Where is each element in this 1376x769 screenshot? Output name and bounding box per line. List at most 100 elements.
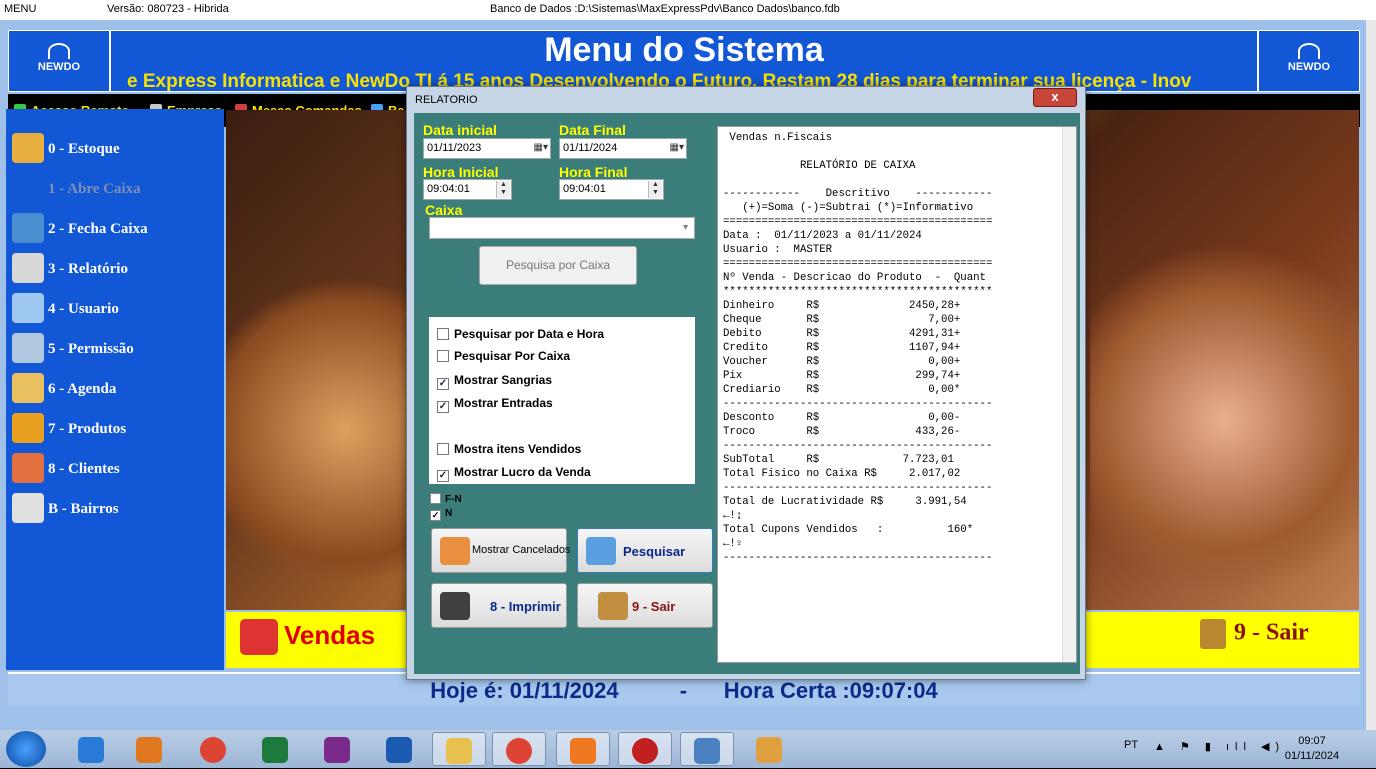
check-mostra-itens-vendidos[interactable]: Mostra itens Vendidos (437, 442, 581, 456)
taskbar-pdv[interactable] (680, 732, 734, 766)
calendar-dropdown-icon[interactable]: ▦▾ (670, 142, 684, 153)
check-mostrar-lucro[interactable]: ✓ Mostrar Lucro da Venda (437, 465, 591, 482)
newdo-logo-right: NEWDO (1257, 31, 1359, 91)
outlook-icon (386, 737, 412, 763)
printer-icon (440, 592, 470, 620)
taskbar-xampp[interactable] (556, 732, 610, 766)
checkbox-unchecked[interactable] (437, 350, 449, 362)
taskbar-excel[interactable] (248, 732, 302, 766)
header-banner: NEWDO Menu do Sistema e Express Informat… (8, 30, 1360, 92)
sair-button[interactable]: 9 - Sair (1200, 619, 1309, 649)
taskbar-outlook[interactable] (372, 732, 426, 766)
hora-final-field[interactable]: 09:04:01 ▲ ▼ (559, 179, 664, 200)
mostrar-cancelados-button[interactable]: Mostrar Cancelados (431, 528, 570, 573)
sidebar-item-abre-caixa[interactable]: 1 - Abre Caixa (10, 171, 220, 207)
tray-language[interactable]: PT (1124, 739, 1138, 751)
dialog-close-button[interactable]: x (1033, 88, 1077, 107)
food-image-skewers (1090, 230, 1359, 610)
dialog-sair-button[interactable]: 9 - Sair (577, 583, 713, 628)
user-key-icon (12, 333, 44, 363)
calendar-dropdown-icon[interactable]: ▦▾ (534, 142, 548, 153)
sidebar-item-agenda[interactable]: 6 - Agenda (10, 371, 220, 407)
relatorio-dialog: RELATORIO x Data inicial 01/11/2023 ▦▾ Da… (406, 86, 1086, 680)
taskbar-firebird[interactable] (618, 732, 672, 766)
check-pesquisar-caixa[interactable]: Pesquisar Por Caixa (437, 349, 570, 363)
taskbar-media[interactable] (122, 732, 176, 766)
taskbar-clock[interactable]: 09:07 01/11/2024 (1280, 734, 1344, 764)
report-textarea[interactable]: Vendas n.Fiscais RELATÓRIO DE CAIXA ----… (717, 126, 1077, 663)
taskbar-chrome-profile[interactable] (492, 732, 546, 766)
check-mostrar-sangrias[interactable]: ✓ Mostrar Sangrias (437, 373, 552, 390)
version-label: Versão: 080723 - Hibrida (107, 3, 229, 15)
check-n[interactable]: ✓ N (430, 508, 452, 521)
hora-final-label: Hora Final (559, 164, 628, 180)
onenote-icon (324, 737, 350, 763)
sidebar-item-clientes[interactable]: 8 - Clientes (10, 451, 220, 487)
check-mostrar-entradas[interactable]: ✓ Mostrar Entradas (437, 396, 553, 413)
start-button[interactable] (6, 731, 46, 767)
chrome-icon (200, 737, 226, 763)
taskbar-paint[interactable] (742, 732, 796, 766)
tray-icons[interactable]: ▲ ⚑ ▮ ıll ◀) (1154, 740, 1285, 753)
exit-door-icon (1200, 619, 1226, 649)
data-inicial-field[interactable]: 01/11/2023 ▦▾ (423, 138, 551, 159)
checkbox-checked[interactable]: ✓ (437, 401, 449, 413)
sidebar-item-permissao[interactable]: 5 - Permissão (10, 331, 220, 367)
sidebar-item-estoque[interactable]: 0 - Estoque (10, 131, 220, 167)
dialog-body: Data inicial 01/11/2023 ▦▾ Data Final 01/… (414, 113, 1080, 674)
sidebar-item-bairros[interactable]: B - Bairros (10, 491, 220, 527)
book-icon (12, 373, 44, 403)
spin-updown-icon[interactable]: ▲ ▼ (648, 181, 662, 198)
people-icon (12, 453, 44, 483)
page-title: Menu do Sistema (544, 31, 824, 69)
check-pesquisar-data-hora[interactable]: Pesquisar por Data e Hora (437, 327, 604, 341)
search-icon (586, 537, 616, 565)
caixa-select[interactable]: ▼ (429, 217, 695, 239)
firebird-icon (632, 738, 658, 764)
report-content: Vendas n.Fiscais RELATÓRIO DE CAIXA ----… (723, 132, 993, 564)
xampp-icon (570, 738, 596, 764)
window-scrollbar[interactable] (1366, 20, 1376, 730)
excel-icon (262, 737, 288, 763)
package-icon (12, 413, 44, 443)
checkbox-checked[interactable]: ✓ (437, 378, 449, 390)
food-image-chicken (226, 250, 426, 610)
caixa-label: Caixa (425, 202, 463, 218)
checkbox-unchecked[interactable] (437, 443, 449, 455)
folder-icon (446, 738, 472, 764)
sidebar-item-fecha-caixa[interactable]: 2 - Fecha Caixa (10, 211, 220, 247)
report-scrollbar[interactable] (1062, 127, 1076, 662)
sidebar-menu: 0 - Estoque 1 - Abre Caixa 2 - Fecha Cai… (6, 109, 224, 670)
pesquisar-button[interactable]: Pesquisar (577, 528, 713, 573)
data-inicial-label: Data inicial (423, 122, 497, 138)
hora-inicial-label: Hora Inicial (423, 164, 499, 180)
printer-icon (12, 253, 44, 283)
vendas-button[interactable]: Vendas (240, 619, 375, 655)
taskbar-onenote[interactable] (310, 732, 364, 766)
checkbox-unchecked[interactable] (430, 493, 441, 504)
checkbox-checked[interactable]: ✓ (437, 470, 449, 482)
hora-inicial-field[interactable]: 09:04:01 ▲ ▼ (423, 179, 512, 200)
sidebar-item-relatorio[interactable]: 3 - Relatório (10, 251, 220, 287)
newdo-logo-left: NEWDO (9, 31, 111, 91)
taskbar-chrome[interactable] (186, 732, 240, 766)
taskbar-explorer[interactable] (432, 732, 486, 766)
paint-icon (756, 737, 782, 763)
chrome-icon (506, 738, 532, 764)
checkbox-checked[interactable]: ✓ (430, 510, 441, 521)
options-panel: Pesquisar por Data e Hora Pesquisar Por … (429, 317, 695, 484)
dialog-title: RELATORIO (415, 94, 478, 106)
windows-taskbar: PT ▲ ⚑ ▮ ıll ◀) 09:07 01/11/2024 (0, 730, 1376, 768)
pesquisa-por-caixa-button[interactable]: Pesquisa por Caixa (479, 246, 637, 285)
checkbox-unchecked[interactable] (437, 328, 449, 340)
sidebar-item-usuario[interactable]: 4 - Usuario (10, 291, 220, 327)
internet-explorer-icon (78, 737, 104, 763)
taskbar-ie[interactable] (64, 732, 118, 766)
check-f-n[interactable]: F-N (430, 493, 462, 505)
app-name: MENU (4, 3, 37, 15)
date-time-status: Hoje é: 01/11/2024 - Hora Certa :09:07:0… (430, 678, 938, 703)
sidebar-item-produtos[interactable]: 7 - Produtos (10, 411, 220, 447)
imprimir-button[interactable]: 8 - Imprimir (431, 583, 567, 628)
spin-updown-icon[interactable]: ▲ ▼ (496, 181, 510, 198)
data-final-field[interactable]: 01/11/2024 ▦▾ (559, 138, 687, 159)
